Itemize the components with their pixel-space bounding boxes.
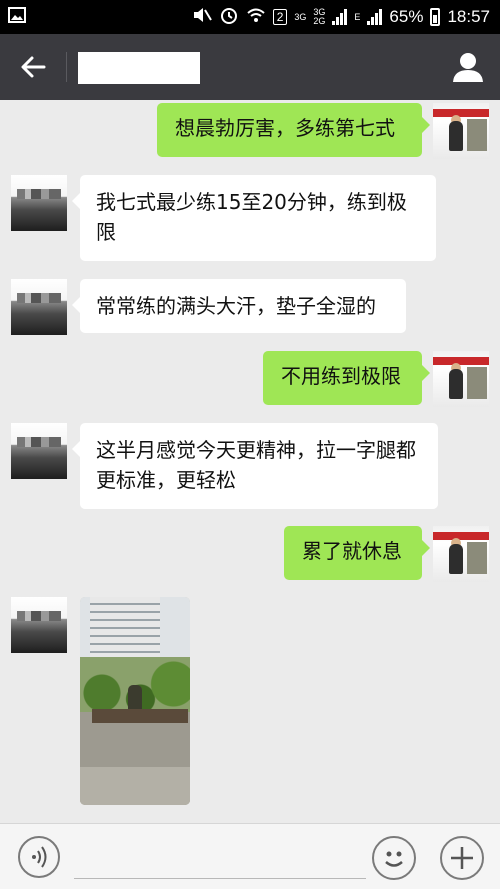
alarm-icon [219,5,239,30]
voice-icon [32,846,47,868]
clock: 18:57 [447,7,490,26]
message-text: 累了就休息 [302,539,402,563]
emoji-button[interactable] [372,836,416,880]
message-text-line: 更标准，更轻松 [96,468,236,492]
message-text-line: 这半月感觉今天更精神，拉一字腿都 [96,438,416,462]
my-avatar[interactable] [433,103,489,159]
back-button[interactable] [14,48,54,86]
contact-avatar[interactable] [11,175,67,231]
chat-header [0,34,500,100]
header-divider [66,52,67,82]
profile-button[interactable] [450,48,486,86]
contact-avatar[interactable] [11,597,67,653]
my-avatar[interactable] [433,351,489,407]
more-button[interactable] [440,836,484,880]
wifi-icon [246,6,266,29]
image-message[interactable] [80,597,190,805]
network-type: 3G [294,11,307,22]
plus-icon [451,847,473,869]
message-bubble[interactable]: 不用练到极限 [263,351,430,405]
signal-icon-2 [367,9,383,25]
message-bubble[interactable]: 常常练的满头大汗，垫子全湿的 [72,279,406,333]
chat-title [78,52,200,84]
message-text-line: 限 [96,220,116,244]
person-icon [453,53,483,82]
message-text-line: 我七式最少练15至20分钟，练到极 [96,190,407,214]
emoji-icon [385,851,403,867]
message-bubble[interactable]: 我七式最少练15至20分钟，练到极 限 [72,175,436,261]
message-text: 不用练到极限 [281,364,401,388]
network-type-stack: 3G 2G [313,8,325,26]
my-avatar[interactable] [433,526,489,582]
status-bar: 2 3G 3G 2G E 65% 18:57 [0,0,500,34]
back-arrow-icon [21,56,46,78]
network-e: E [354,11,361,22]
signal-icon [332,9,348,25]
voice-button[interactable] [18,836,60,878]
sim-slot-badge: 2 [272,9,288,25]
network-type-bottom: 2G [313,16,326,26]
input-bar [0,823,500,889]
message-input[interactable] [74,840,366,879]
mute-icon [192,6,212,29]
contact-avatar[interactable] [11,423,67,479]
contact-avatar[interactable] [11,279,67,335]
network-type-top: 3G [294,11,307,22]
message-bubble[interactable]: 这半月感觉今天更精神，拉一字腿都 更标准，更轻松 [72,423,438,509]
battery-percent: 65% [389,7,424,26]
message-text: 想晨勃厉害，多练第七式 [175,116,395,140]
message-bubble[interactable]: 想晨勃厉害，多练第七式 [157,103,430,157]
message-text: 常常练的满头大汗，垫子全湿的 [96,294,376,318]
message-bubble[interactable]: 累了就休息 [284,526,430,580]
gallery-notification-icon [8,6,26,29]
battery-icon [430,8,441,26]
